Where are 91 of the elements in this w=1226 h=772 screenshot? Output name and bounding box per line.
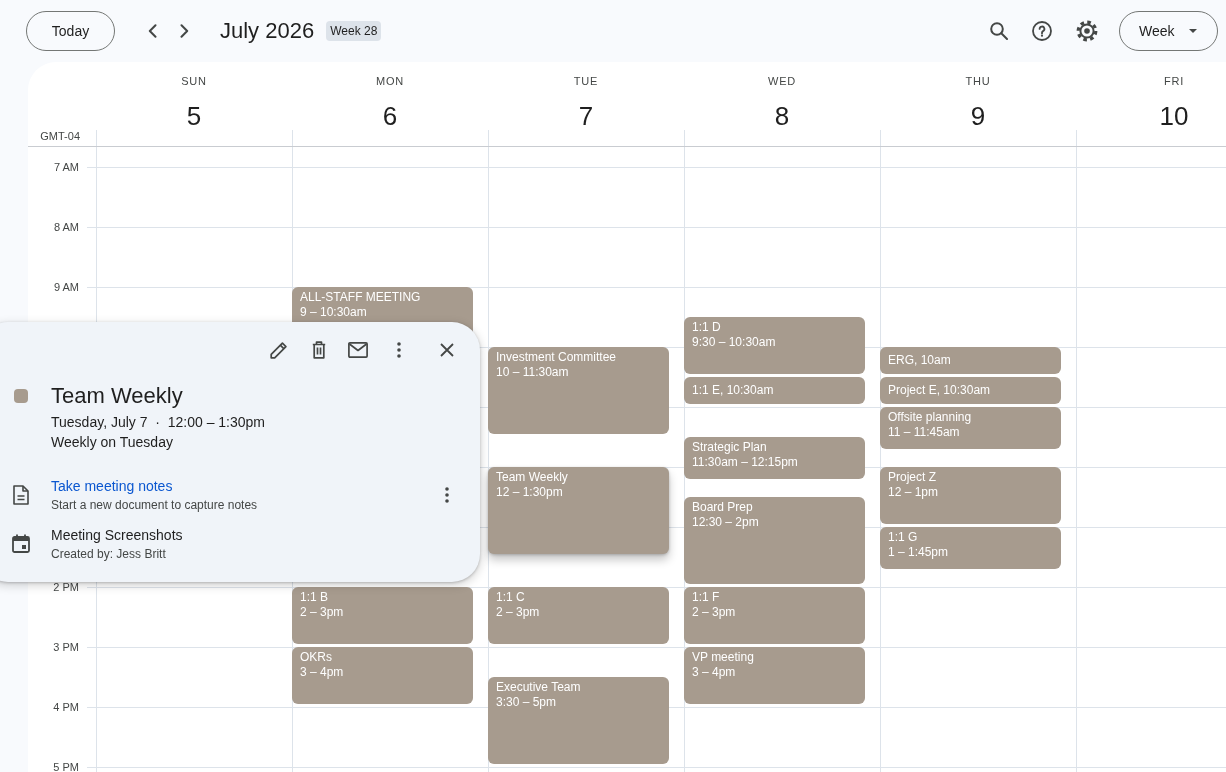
settings-icon[interactable] (1076, 20, 1098, 42)
calendar-event[interactable]: Team Weekly 12 – 1:30pm (488, 467, 669, 554)
date-number[interactable]: 6 (382, 102, 398, 130)
date-number[interactable]: 10 (1159, 102, 1189, 130)
calendar-creator: Created by: Jess Britt (51, 546, 166, 562)
search-icon[interactable] (990, 22, 1008, 40)
event-time: 1 – 1:45pm (888, 545, 949, 560)
event-title: 1:1 G (888, 530, 918, 545)
event-title: Project Z (888, 470, 936, 485)
date-number[interactable]: 7 (578, 102, 594, 130)
pencil-icon[interactable] (270, 341, 288, 359)
calendar-event[interactable]: Offsite planning 11 – 11:45am (880, 407, 1061, 449)
event-time: 12:30 – 2pm (692, 515, 759, 530)
event-color-icon (14, 389, 28, 403)
calendar-event[interactable]: ERG, 10am (880, 347, 1061, 374)
calendar-event[interactable]: 1:1 F 2 – 3pm (684, 587, 865, 644)
caret-icon (1188, 29, 1197, 33)
weekday-label: THU (965, 74, 991, 88)
event-time: 2 – 3pm (300, 605, 344, 620)
date-number[interactable]: 5 (186, 102, 202, 130)
event-date-time: Tuesday, July 7 · 12:00 – 1:30pm (51, 413, 265, 432)
week-number-badge: Week 28 (326, 21, 382, 41)
event-time: 11 – 11:45am (888, 425, 960, 440)
event-recurrence: Weekly on Tuesday (51, 433, 173, 452)
hour-label: 3 PM (52, 642, 80, 652)
date-number[interactable]: 9 (970, 102, 986, 130)
calendar-event[interactable]: Project E, 10:30am (880, 377, 1061, 404)
event-time: 3 – 4pm (300, 665, 344, 680)
document-icon (13, 484, 29, 505)
calendar-event[interactable]: VP meeting 3 – 4pm (684, 647, 865, 704)
calendar-event[interactable]: 1:1 D 9:30 – 10:30am (684, 317, 865, 374)
calendar-name: Meeting Screenshots (51, 526, 183, 545)
calendar-event[interactable]: Board Prep 12:30 – 2pm (684, 497, 865, 584)
weekday-label: MON (375, 74, 405, 88)
chevron-left-icon[interactable] (148, 24, 157, 38)
hour-label: 5 PM (52, 762, 80, 772)
calendar-event[interactable]: Executive Team 3:30 – 5pm (488, 677, 669, 764)
calendar-event[interactable]: Strategic Plan 11:30am – 12:15pm (684, 437, 865, 479)
calendar-event[interactable]: 1:1 G 1 – 1:45pm (880, 527, 1061, 569)
help-icon[interactable] (1032, 21, 1052, 41)
event-time: 11:30am – 12:15pm (692, 455, 798, 470)
weekday-label: WED (767, 74, 797, 88)
event-time: 12 – 1:30pm (496, 485, 563, 500)
trash-icon[interactable] (312, 341, 326, 359)
event-time: 3:30 – 5pm (496, 695, 557, 710)
calendar-event[interactable]: 1:1 B 2 – 3pm (292, 587, 473, 644)
hour-label: 9 AM (52, 282, 80, 292)
weekday-label: FRI (1163, 74, 1185, 88)
calendar-icon (12, 534, 30, 553)
hour-label: 8 AM (52, 222, 80, 232)
create-notes-link[interactable]: Take meeting notes (51, 476, 173, 496)
event-title: Team Weekly (51, 382, 183, 410)
calendar-event[interactable]: OKRs 3 – 4pm (292, 647, 473, 704)
event-title: Executive Team (496, 680, 581, 695)
close-icon[interactable] (440, 343, 454, 357)
event-time: 9:30 – 10:30am (692, 335, 776, 350)
calendar-event[interactable]: Investment Committee 10 – 11:30am (488, 347, 669, 434)
chevron-right-icon[interactable] (180, 24, 189, 38)
event-title: Strategic Plan (692, 440, 767, 455)
event-title: 1:1 C (496, 590, 525, 605)
event-time: 9 – 10:30am (300, 305, 367, 320)
event-time: 2 – 3pm (692, 605, 736, 620)
event-title: Team Weekly (496, 470, 568, 485)
calendar-event[interactable]: 1:1 E, 10:30am (684, 377, 865, 404)
weekday-label: TUE (573, 74, 599, 88)
calendar-event[interactable]: 1:1 C 2 – 3pm (488, 587, 669, 644)
event-title: ALL-STAFF MEETING (300, 290, 421, 305)
event-time: 2 – 3pm (496, 605, 540, 620)
event-title: Offsite planning (888, 410, 972, 425)
notes-hint: Start a new document to capture notes (51, 497, 258, 513)
weekday-label: SUN (181, 74, 207, 88)
hour-label: 4 PM (52, 702, 80, 712)
month-title: July 2026 (220, 18, 315, 44)
event-title: 1:1 F (692, 590, 720, 605)
event-time: 12 – 1pm (888, 485, 939, 500)
hour-label: 7 AM (52, 162, 80, 172)
event-title: Board Prep (692, 500, 753, 515)
more-options-icon[interactable] (397, 342, 401, 358)
event-title: VP meeting (692, 650, 754, 665)
hour-label: 2 PM (52, 582, 80, 592)
date-number[interactable]: 8 (774, 102, 790, 130)
event-title: 1:1 D (692, 320, 721, 335)
mail-icon[interactable] (348, 342, 368, 358)
event-time: 3 – 4pm (692, 665, 736, 680)
calendar-event[interactable]: Project Z 12 – 1pm (880, 467, 1061, 524)
more-options-icon[interactable] (445, 486, 449, 503)
event-time: 10 – 11:30am (496, 365, 569, 380)
event-title: Investment Committee (496, 350, 617, 365)
timezone-label: GMT-04 (40, 130, 80, 143)
event-title: OKRs (300, 650, 332, 665)
event-title: 1:1 B (300, 590, 329, 605)
